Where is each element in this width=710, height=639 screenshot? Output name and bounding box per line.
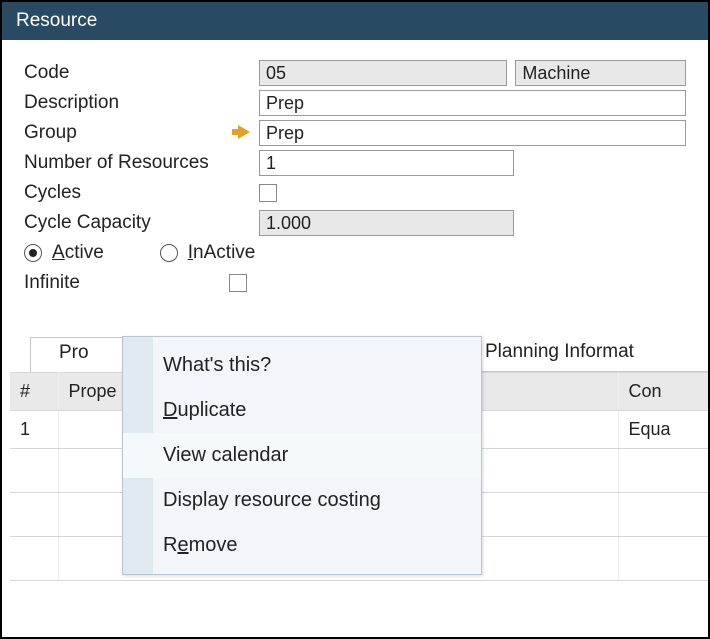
code-field[interactable]: 05 — [259, 60, 507, 86]
cycles-label: Cycles — [24, 182, 229, 204]
active-radio[interactable] — [24, 244, 42, 262]
col-header-num[interactable]: # — [10, 373, 58, 411]
cycles-checkbox[interactable] — [259, 184, 277, 202]
description-label: Description — [24, 92, 229, 114]
context-menu: What's this?DuplicateView calendarDispla… — [122, 336, 482, 575]
group-field[interactable]: Prep — [259, 120, 686, 146]
description-field[interactable]: Prep — [259, 90, 686, 116]
resource-window: Resource Code 05 Machine Description Pre… — [0, 0, 710, 639]
infinite-checkbox[interactable] — [229, 274, 247, 292]
window-title: Resource — [16, 10, 97, 31]
group-lookup-icon[interactable] — [229, 123, 259, 144]
code-label: Code — [24, 62, 229, 84]
inactive-radio[interactable] — [160, 244, 178, 262]
num-resources-field[interactable]: 1 — [259, 150, 514, 176]
form-area: Code 05 Machine Description Prep Group P… — [2, 40, 708, 308]
menu-item-view-calendar[interactable]: View calendar — [123, 433, 481, 478]
menu-item-display-resource-costing[interactable]: Display resource costing — [123, 478, 481, 523]
active-label: Active — [52, 242, 104, 264]
inactive-label: InActive — [188, 242, 256, 264]
type-field[interactable]: Machine — [515, 60, 686, 86]
cell-condition[interactable]: Equa — [618, 411, 710, 449]
cell-num: 1 — [10, 411, 58, 449]
col-header-condition[interactable]: Con — [618, 373, 710, 411]
cycle-capacity-label: Cycle Capacity — [24, 212, 229, 234]
menu-item-duplicate[interactable]: Duplicate — [123, 388, 481, 433]
group-label: Group — [24, 122, 229, 144]
infinite-label: Infinite — [24, 272, 229, 294]
menu-item-what-s-this[interactable]: What's this? — [123, 343, 481, 388]
tabs-area: Pro Planning Informat # Prope Con 1Equa … — [2, 336, 708, 581]
cycle-capacity-field[interactable]: 1.000 — [259, 210, 514, 236]
menu-item-remove[interactable]: Remove — [123, 523, 481, 568]
window-titlebar: Resource — [2, 2, 708, 40]
num-resources-label: Number of Resources — [24, 152, 229, 174]
